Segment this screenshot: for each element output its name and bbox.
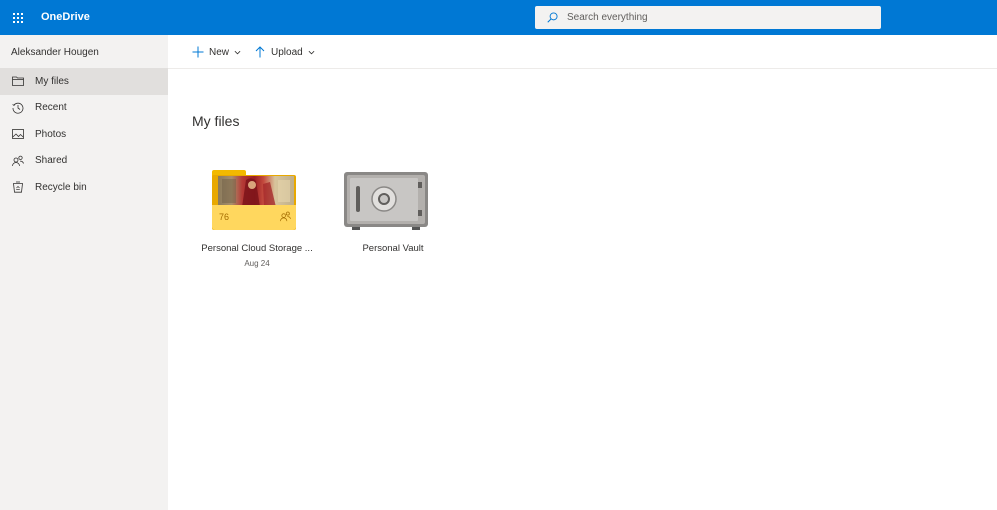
file-tile-folder[interactable]: 76 Personal Cloud Storage ... Aug 24 <box>197 160 317 280</box>
vault-safe-icon <box>344 172 428 230</box>
chevron-down-icon <box>234 50 241 54</box>
file-date: Aug 24 <box>244 259 270 268</box>
sidebar-item-shared[interactable]: Shared <box>0 148 168 175</box>
shared-folder-icon: 76 <box>212 170 296 230</box>
search-input[interactable] <box>567 12 867 23</box>
sidebar-item-label: Shared <box>35 155 68 167</box>
folder-icon <box>11 75 24 88</box>
sidebar-item-recycle-bin[interactable]: Recycle bin <box>0 174 168 201</box>
search-box[interactable] <box>535 6 881 29</box>
upload-arrow-icon <box>255 46 265 58</box>
sidebar-item-recent[interactable]: Recent <box>0 95 168 122</box>
nav-list: My files Recent Photos Shared Recycle bi… <box>0 68 168 201</box>
shared-people-icon <box>280 211 291 222</box>
sidebar-item-label: Photos <box>35 128 67 140</box>
app-launcher-button[interactable] <box>0 0 35 35</box>
sidebar-item-photos[interactable]: Photos <box>0 121 168 148</box>
image-icon <box>11 128 24 141</box>
file-tile-vault[interactable]: Personal Vault <box>333 160 453 280</box>
upload-button[interactable]: Upload <box>254 44 315 60</box>
file-name[interactable]: Personal Vault <box>333 243 453 255</box>
plus-icon <box>192 46 204 58</box>
recycle-bin-icon <box>11 181 24 194</box>
app-brand[interactable]: OneDrive <box>41 10 90 25</box>
sidebar-item-label: Recycle bin <box>35 181 87 193</box>
upload-button-label: Upload <box>271 46 303 58</box>
user-name[interactable]: Aleksander Hougen <box>11 46 99 59</box>
new-button-label: New <box>209 46 230 58</box>
waffle-icon <box>12 12 23 23</box>
sidebar: Aleksander Hougen My files Recent Photos… <box>0 35 168 510</box>
folder-item-count: 76 <box>219 212 230 222</box>
sidebar-item-label: My files <box>35 75 69 87</box>
sidebar-item-my-files[interactable]: My files <box>0 68 168 95</box>
search-icon <box>547 12 558 23</box>
folder-thumbnail <box>218 176 294 207</box>
page-title: My files <box>192 113 240 129</box>
top-bar: OneDrive <box>0 0 997 35</box>
command-bar: New Upload <box>168 35 997 69</box>
file-name[interactable]: Personal Cloud Storage ... <box>197 243 317 255</box>
clock-icon <box>11 101 24 114</box>
people-icon <box>11 154 24 167</box>
chevron-down-icon <box>308 50 315 54</box>
new-button[interactable]: New <box>192 44 241 60</box>
sidebar-item-label: Recent <box>35 102 67 114</box>
